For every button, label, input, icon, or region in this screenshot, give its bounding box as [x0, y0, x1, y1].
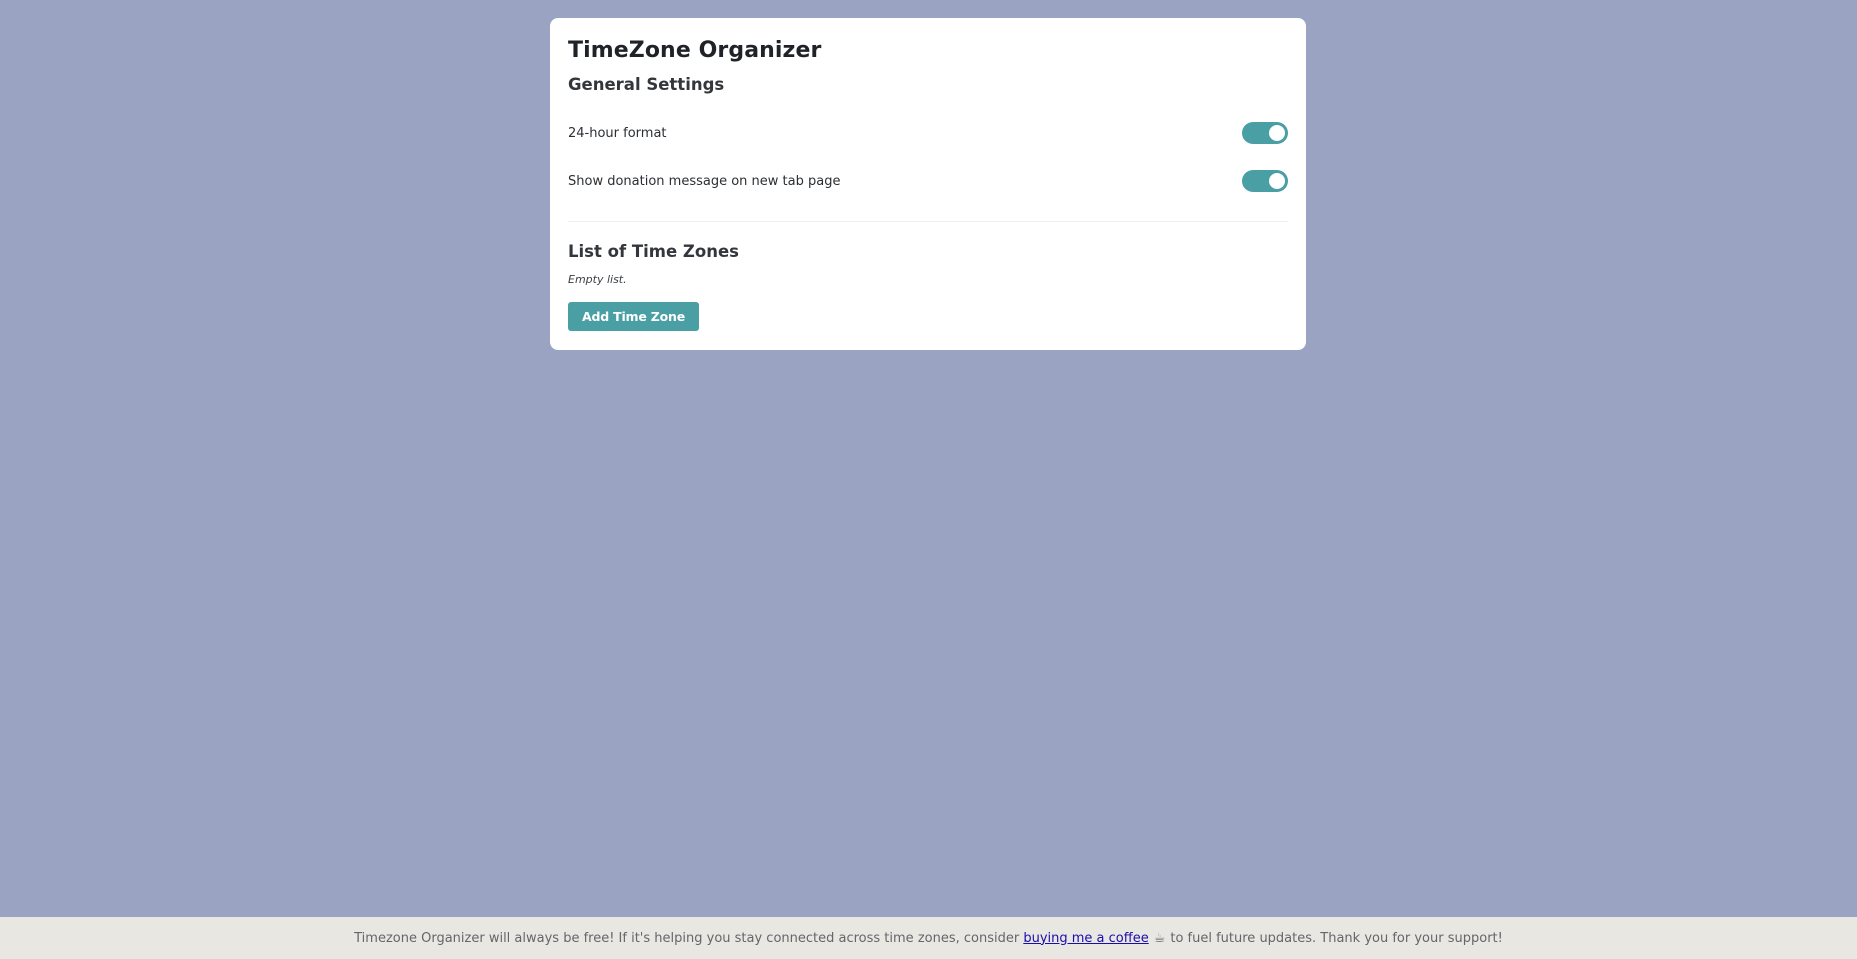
donation-footer: Timezone Organizer will always be free! …: [0, 917, 1857, 959]
time-zones-heading: List of Time Zones: [568, 242, 739, 261]
toggle-donation-message[interactable]: [1242, 170, 1288, 192]
toggle-knob: [1269, 125, 1285, 141]
toggle-24-hour-format[interactable]: [1242, 122, 1288, 144]
settings-card: TimeZone Organizer General Settings 24-h…: [550, 18, 1306, 350]
buy-coffee-link[interactable]: buying me a coffee: [1023, 931, 1148, 946]
setting-label-donation-message: Show donation message on new tab page: [568, 173, 841, 189]
coffee-icon: ☕: [1153, 930, 1166, 946]
setting-row-donation-message: Show donation message on new tab page: [568, 167, 1288, 195]
empty-list-text: Empty list.: [568, 273, 627, 286]
toggle-knob: [1269, 173, 1285, 189]
setting-row-24-hour-format: 24-hour format: [568, 119, 1288, 147]
general-settings-heading: General Settings: [568, 75, 725, 94]
footer-text-after: to fuel future updates. Thank you for yo…: [1170, 930, 1503, 946]
page-title: TimeZone Organizer: [568, 38, 822, 63]
setting-label-24-hour-format: 24-hour format: [568, 125, 667, 141]
section-divider: [568, 221, 1288, 222]
footer-text-before: Timezone Organizer will always be free! …: [354, 930, 1020, 946]
add-time-zone-button[interactable]: Add Time Zone: [568, 302, 700, 331]
